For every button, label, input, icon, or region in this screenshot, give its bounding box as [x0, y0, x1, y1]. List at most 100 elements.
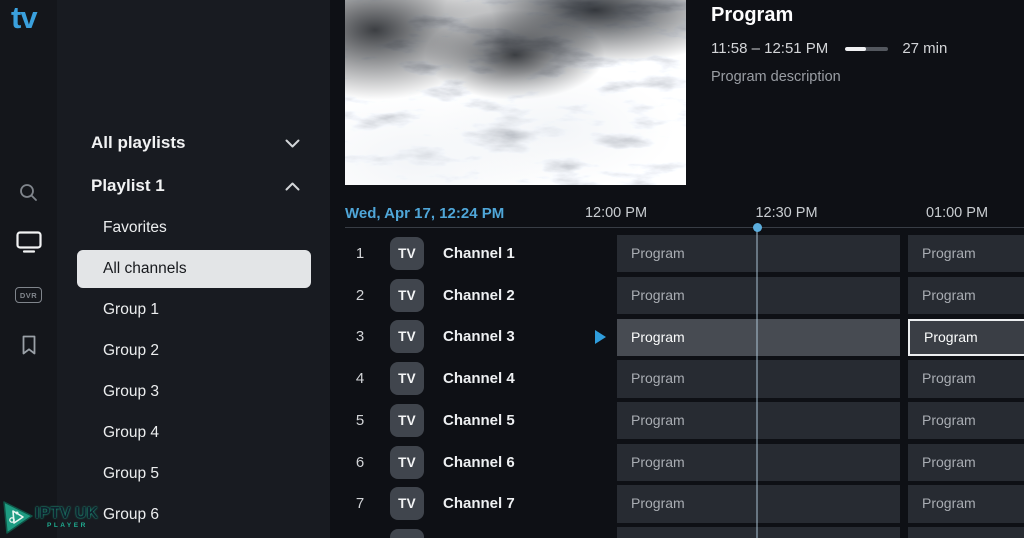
channel-tv-icon: TV [390, 404, 424, 437]
program-cell[interactable]: Program [617, 277, 900, 314]
program-cell[interactable]: Program [617, 360, 900, 397]
channel-tv-icon: TV [390, 529, 424, 538]
timeline-tick: 12:30 PM [755, 205, 817, 221]
icon-rail: tv DVR [0, 0, 58, 538]
channel-name: Channel 8 [443, 525, 515, 538]
now-time-dot [753, 223, 762, 232]
program-cell[interactable]: Program [908, 360, 1024, 397]
program-cell[interactable]: Program [617, 235, 900, 272]
channel-tv-icon: TV [390, 362, 424, 395]
channel-tv-icon: TV [390, 237, 424, 270]
channel-tv-icon-label: TV [398, 329, 416, 344]
chevron-up-icon [285, 182, 300, 191]
program-cell[interactable]: Program [617, 527, 900, 538]
channel-tv-icon-label: TV [398, 413, 416, 428]
watermark-play-icon [1, 498, 37, 536]
program-cell[interactable]: Program [908, 402, 1024, 439]
channel-row[interactable]: 4 TV Channel 4 ProgramProgram [330, 358, 1024, 400]
channel-number: 6 [346, 442, 374, 484]
channel-tv-icon-label: TV [398, 496, 416, 511]
iptv-app-window: tv DVR All playlists Playlist 1 Favorite… [0, 0, 1024, 538]
epg-current-datetime: Wed, Apr 17, 12:24 PM [345, 205, 504, 222]
channel-row[interactable]: 7 TV Channel 7 ProgramProgram [330, 483, 1024, 525]
program-cell[interactable]: Program [617, 402, 900, 439]
playlist-1-label: Playlist 1 [91, 176, 285, 196]
channel-number: 2 [346, 275, 374, 317]
program-cell[interactable]: Program [908, 444, 1024, 481]
program-progress-bar [845, 47, 888, 51]
now-time-line [756, 228, 758, 538]
channel-tv-icon: TV [390, 320, 424, 353]
dvr-icon-label: DVR [15, 287, 41, 303]
channel-name: Channel 6 [443, 442, 515, 484]
epg-channel-grid: 1TVChannel 1ProgramProgram2TVChannel 2Pr… [330, 233, 1024, 538]
channel-number: 4 [346, 358, 374, 400]
sidebar-item-group-3[interactable]: Group 3 [57, 372, 330, 412]
chevron-down-icon [285, 139, 300, 148]
channel-name: Channel 2 [443, 275, 515, 317]
sidebar-item-group-2[interactable]: Group 2 [57, 331, 330, 371]
channel-row[interactable]: 2 TV Channel 2 ProgramProgram [330, 275, 1024, 317]
channel-row[interactable]: 6 TV Channel 6 ProgramProgram [330, 442, 1024, 484]
program-cell[interactable]: Program [617, 485, 900, 522]
channel-number: 7 [346, 483, 374, 525]
video-preview[interactable] [345, 0, 686, 185]
bookmark-icon[interactable] [0, 327, 57, 363]
sidebar-item-group-1[interactable]: Group 1 [57, 290, 330, 330]
epg-header-divider [345, 227, 1024, 228]
sidebar-item-group-5[interactable]: Group 5 [57, 454, 330, 494]
channel-name: Channel 3 [443, 316, 515, 358]
program-progress-fill [845, 47, 866, 51]
program-cell[interactable]: Program [908, 485, 1024, 522]
channel-number: 8 [346, 525, 374, 538]
sidebar-item-favorites[interactable]: Favorites [57, 208, 330, 248]
channel-number: 3 [346, 316, 374, 358]
channel-tv-icon: TV [390, 279, 424, 312]
channel-row[interactable]: 3 TV Channel 3 ProgramProgram [330, 316, 1024, 358]
channel-tv-icon: TV [390, 487, 424, 520]
watermark-subtitle: PLAYER [47, 522, 88, 529]
search-icon[interactable] [0, 174, 57, 210]
channel-name: Channel 7 [443, 483, 515, 525]
program-cell[interactable]: Program [908, 527, 1024, 538]
watermark-title: IPTV UK [35, 505, 98, 523]
program-cell[interactable]: Program [908, 319, 1024, 356]
channel-name: Channel 5 [443, 400, 515, 442]
iptv-uk-player-watermark: IPTV UK PLAYER [1, 496, 111, 538]
channel-tv-icon-label: TV [398, 455, 416, 470]
playlist-1-dropdown[interactable]: Playlist 1 [57, 170, 330, 202]
program-cell[interactable]: Program [617, 444, 900, 481]
timeline-tick: 12:00 PM [585, 205, 647, 221]
channel-tv-icon: TV [390, 446, 424, 479]
channel-name: Channel 1 [443, 233, 515, 275]
channel-row[interactable]: 5 TV Channel 5 ProgramProgram [330, 400, 1024, 442]
all-playlists-label: All playlists [91, 133, 285, 153]
program-cell[interactable]: Program [908, 235, 1024, 272]
program-cell[interactable]: Program [617, 319, 900, 356]
waterfall-video-frame [345, 0, 686, 185]
playlists-panel: All playlists Playlist 1 FavoritesAll ch… [57, 0, 330, 538]
channel-tv-icon-label: TV [398, 246, 416, 261]
channel-row[interactable]: 1 TV Channel 1 ProgramProgram [330, 233, 1024, 275]
program-description: Program description [711, 69, 1021, 85]
now-playing-indicator-icon [595, 330, 606, 344]
channel-number: 1 [346, 233, 374, 275]
sidebar-item-group-4[interactable]: Group 4 [57, 413, 330, 453]
tv-logo: tv [11, 0, 37, 36]
channel-tv-icon-label: TV [398, 288, 416, 303]
channel-row[interactable]: 8 TV Channel 8 Program Program [330, 525, 1024, 538]
channel-number: 5 [346, 400, 374, 442]
dvr-icon[interactable]: DVR [0, 277, 57, 313]
program-remaining-time: 27 min [902, 40, 947, 57]
channel-name: Channel 4 [443, 358, 515, 400]
program-title: Program [711, 4, 1021, 27]
program-meta: 11:58 – 12:51 PM 27 min [711, 40, 1021, 57]
all-playlists-dropdown[interactable]: All playlists [57, 127, 330, 159]
program-info: Program 11:58 – 12:51 PM 27 min Program … [711, 0, 1021, 85]
program-time-range: 11:58 – 12:51 PM [711, 40, 828, 57]
timeline-tick: 01:00 PM [926, 205, 988, 221]
sidebar-item-all-channels[interactable]: All channels [77, 250, 311, 288]
channel-tv-icon-label: TV [398, 371, 416, 386]
program-cell[interactable]: Program [908, 277, 1024, 314]
live-tv-icon[interactable] [0, 224, 57, 260]
